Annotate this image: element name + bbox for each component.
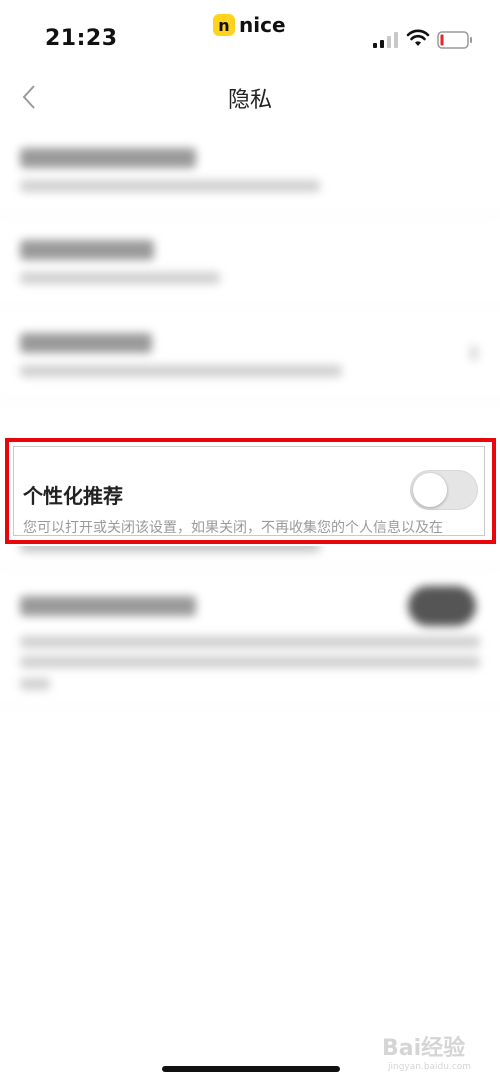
- watermark-url: jingyan.baidu.com: [388, 1062, 472, 1072]
- watermark-text: Bai经验: [382, 1036, 466, 1061]
- blurred-settings-list: [0, 0, 500, 720]
- home-indicator[interactable]: [162, 1066, 340, 1072]
- watermark: Bai经验 jingyan.baidu.com: [382, 1022, 494, 1078]
- highlight-box: [5, 438, 496, 544]
